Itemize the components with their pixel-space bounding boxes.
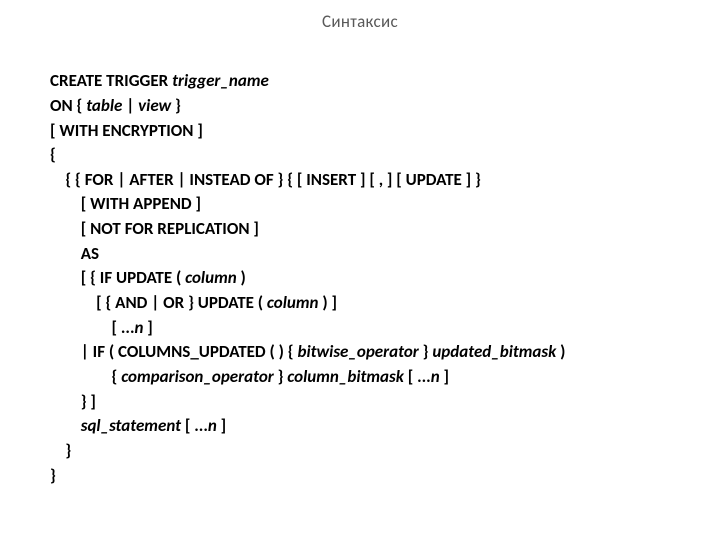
- page-title: Синтаксис: [50, 10, 670, 35]
- pad: [50, 391, 81, 412]
- ph-n: n: [208, 415, 217, 436]
- brace-open: {: [50, 144, 56, 165]
- brace-close-space: }: [274, 366, 288, 387]
- bracket-dots: [ ...: [181, 415, 208, 436]
- brace-open: {: [112, 366, 122, 387]
- bracket-close: ]: [217, 415, 226, 436]
- pad: [50, 366, 112, 387]
- syntax-block: CREATE TRIGGER trigger_name ON { table |…: [50, 45, 670, 489]
- pad: [50, 440, 65, 461]
- paren-close: ): [556, 341, 565, 362]
- pad: [50, 243, 81, 264]
- ph-column: column: [185, 267, 237, 288]
- pad: [50, 292, 96, 313]
- ph-trigger-name: trigger_name: [172, 70, 269, 91]
- kw-create-trigger: CREATE TRIGGER: [50, 70, 172, 91]
- brace-close-outer: }: [50, 465, 56, 486]
- paren-close: ): [237, 267, 246, 288]
- ph-sql-statement: sql_statement: [81, 415, 181, 436]
- kw-on: ON {: [50, 95, 86, 116]
- ph-column-bitmask: column_bitmask: [287, 366, 404, 387]
- bracket-close: ]: [440, 366, 449, 387]
- ph-updated-bitmask: updated_bitmask: [432, 341, 556, 362]
- bracket-open-dots: [ ...: [112, 317, 135, 338]
- brace-close: }: [171, 95, 181, 116]
- pad: [50, 267, 81, 288]
- kw-if-columns-updated: | IF ( COLUMNS_UPDATED ( ) {: [81, 341, 298, 362]
- ph-view: view: [138, 95, 171, 116]
- brace-close: }: [65, 440, 71, 461]
- kw-not-replication: [ NOT FOR REPLICATION ]: [81, 218, 259, 239]
- pad: [50, 317, 112, 338]
- pad: [50, 218, 81, 239]
- ph-n: n: [431, 366, 440, 387]
- pad: [50, 193, 81, 214]
- pad: [50, 169, 65, 190]
- brace-close-space: }: [419, 341, 433, 362]
- kw-as: AS: [81, 243, 99, 264]
- ph-column: column: [267, 292, 319, 313]
- paren-bracket-close: ) ]: [318, 292, 337, 313]
- ph-table: table: [86, 95, 122, 116]
- ph-comparison-operator: comparison_operator: [121, 366, 274, 387]
- brace-bracket-close: } ]: [81, 391, 96, 412]
- pad: [50, 341, 81, 362]
- sep-pipe: |: [122, 95, 138, 116]
- bracket-dots: [ ...: [404, 366, 431, 387]
- kw-if-update: [ { IF UPDATE (: [81, 267, 185, 288]
- kw-and-or-update: [ { AND | OR } UPDATE (: [96, 292, 267, 313]
- bracket-close: ]: [143, 317, 152, 338]
- kw-with-encryption: [ WITH ENCRYPTION ]: [50, 120, 203, 141]
- kw-with-append: [ WITH APPEND ]: [81, 193, 201, 214]
- kw-for-after: { { FOR | AFTER | INSTEAD OF } { [ INSER…: [65, 169, 480, 190]
- pad: [50, 415, 81, 436]
- ph-bitwise-operator: bitwise_operator: [297, 341, 418, 362]
